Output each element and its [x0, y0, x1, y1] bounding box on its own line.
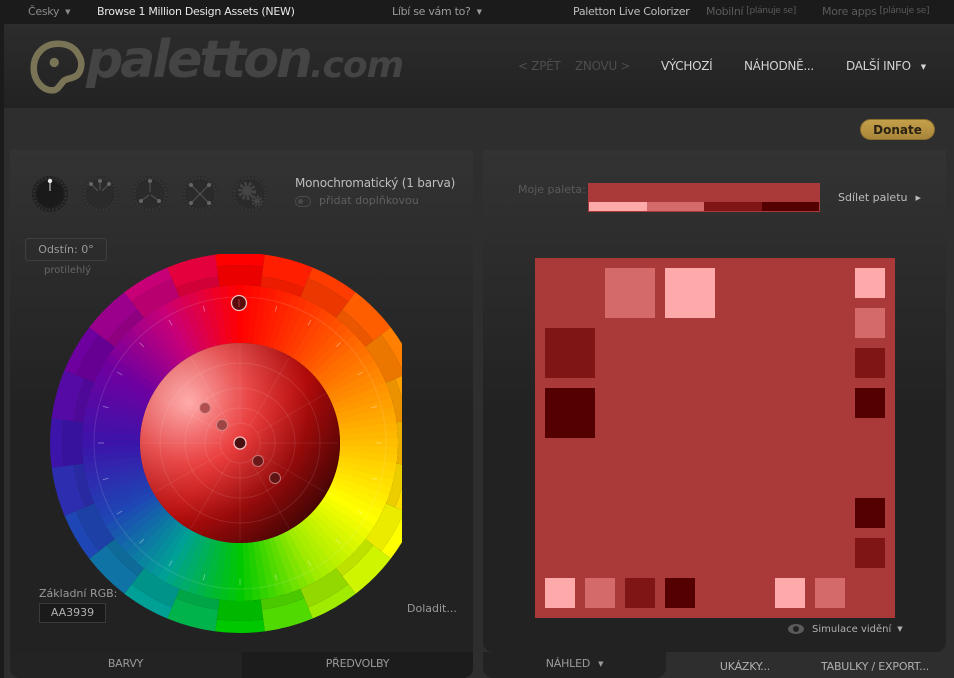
palette-shade-1[interactable]: [589, 202, 647, 211]
base-rgb-label: Základní RGB:: [39, 587, 118, 600]
scheme-adjacent-button[interactable]: [81, 175, 119, 213]
undo-button[interactable]: < ZPĚT: [518, 59, 561, 73]
hue-ring-block: [61, 419, 84, 467]
preview-swatch: [545, 328, 595, 378]
preview-swatch: [775, 578, 805, 608]
eye-icon: [788, 624, 804, 634]
scheme-mono-button[interactable]: [31, 175, 69, 213]
caret-down-icon: ▼: [476, 8, 482, 16]
tab-preview-label: NÁHLED: [545, 657, 591, 670]
preview-swatch: [855, 538, 885, 568]
palette-base-swatch[interactable]: [589, 184, 819, 202]
base-rgb-input[interactable]: AA3939: [39, 603, 106, 623]
share-palette-link[interactable]: Sdílet paletu ▶: [838, 191, 921, 204]
paletton-logo-icon[interactable]: [30, 38, 86, 98]
like-label: Líbí se vám to?: [392, 5, 471, 18]
scheme-tetrad-button[interactable]: [181, 175, 219, 213]
scheme-title: Monochromatický (1 barva): [295, 176, 456, 190]
caret-down-icon: ▼: [897, 625, 903, 633]
preview-swatch: [855, 498, 885, 528]
preview-swatch: [855, 308, 885, 338]
preview-swatch: [605, 268, 655, 318]
mono-scheme-icon: [32, 176, 68, 212]
toggle-switch[interactable]: [295, 195, 311, 207]
palette-shade-2[interactable]: [646, 202, 704, 211]
hue-ring-block: [215, 254, 265, 267]
shade-handle-4[interactable]: [269, 472, 281, 484]
browse-assets-link[interactable]: Browse 1 Million Design Assets (NEW): [97, 5, 295, 18]
tab-colors[interactable]: BARVY: [10, 652, 241, 678]
more-apps-label: More apps: [822, 5, 877, 18]
palette-bar[interactable]: [588, 183, 820, 212]
preview-swatch: [585, 578, 615, 608]
random-button[interactable]: NÁHODNĚ...: [744, 59, 814, 73]
shade-handle-1[interactable]: [199, 402, 211, 414]
caret-down-icon: ▼: [65, 8, 71, 16]
tab-export[interactable]: TABULKY / EXPORT...: [810, 656, 940, 678]
preview-swatch: [545, 388, 595, 438]
scheme-freestyle-button[interactable]: [231, 175, 269, 213]
live-colorizer-link[interactable]: Paletton Live Colorizer: [573, 5, 690, 18]
my-palette-label: Moje paleta:: [518, 183, 586, 196]
mobile-link[interactable]: Mobilní [plánuje se]: [706, 5, 796, 18]
preview-swatch: [665, 578, 695, 608]
hue-ring-block: [216, 265, 264, 287]
shade-handle-3[interactable]: [252, 455, 264, 467]
palette-shades: [589, 202, 819, 211]
triad-scheme-icon: [132, 176, 168, 212]
hue-ring-block: [216, 599, 264, 621]
simulate-label: Simulace vidění: [812, 624, 892, 635]
palette-shade-4[interactable]: [761, 202, 819, 211]
preview-swatch: [855, 268, 885, 298]
more-apps-link[interactable]: More apps [plánuje se]: [822, 5, 930, 18]
header: paletton.com < ZPĚT ZNOVU > VÝCHOZÍ NÁHO…: [0, 24, 954, 108]
preview-swatch: [625, 578, 655, 608]
shade-handle-2[interactable]: [216, 419, 228, 431]
logo-suffix: .com: [309, 45, 404, 86]
palette-preview: [535, 258, 895, 618]
adjacent-scheme-icon: [82, 176, 118, 212]
preview-swatch: [855, 348, 885, 378]
caret-down-icon: ▼: [598, 660, 604, 668]
preview-swatch: [855, 388, 885, 418]
hue-ring-block: [50, 418, 64, 468]
fine-tune-link[interactable]: Doladit...: [407, 602, 457, 615]
more-apps-planned-note: [plánuje se]: [879, 6, 930, 16]
default-button[interactable]: VÝCHOZÍ: [661, 59, 713, 73]
more-info-menu[interactable]: DALŠÍ INFO ▼: [846, 59, 926, 73]
palette-shade-3[interactable]: [704, 202, 762, 211]
tab-presets[interactable]: PŘEDVOLBY: [242, 652, 473, 678]
base-color-handle[interactable]: [233, 436, 247, 450]
vision-simulation-menu[interactable]: Simulace vidění ▼: [788, 624, 903, 635]
caret-down-icon: ▼: [920, 63, 926, 71]
mobile-label: Mobilní: [706, 5, 744, 18]
hue-ring-block: [215, 619, 265, 633]
preview-swatch: [545, 578, 575, 608]
mobile-planned-note: [plánuje se]: [746, 6, 796, 16]
gear-icon: [232, 176, 268, 212]
tab-preview[interactable]: NÁHLED ▼: [483, 652, 666, 678]
top-bar: Česky ▼ Browse 1 Million Design Assets (N…: [0, 0, 954, 24]
like-menu[interactable]: Líbí se vám to? ▼: [392, 5, 482, 18]
more-info-label: DALŠÍ INFO: [846, 59, 911, 73]
logo-text[interactable]: paletton.com: [86, 30, 404, 90]
share-label: Sdílet paletu: [838, 191, 908, 204]
language-label: Česky: [28, 5, 60, 18]
redo-button[interactable]: ZNOVU >: [575, 59, 631, 73]
logo-name: paletton: [86, 30, 313, 90]
tetrad-scheme-icon: [182, 176, 218, 212]
color-wheel[interactable]: [50, 254, 402, 634]
tab-examples[interactable]: UKÁZKY...: [690, 656, 800, 678]
caret-right-icon: ▶: [915, 194, 921, 202]
scheme-triad-button[interactable]: [131, 175, 169, 213]
add-complement-toggle[interactable]: přidat doplňkovou: [295, 194, 419, 207]
add-complement-label: přidat doplňkovou: [319, 194, 419, 207]
language-selector[interactable]: Česky ▼: [28, 5, 71, 18]
preview-swatch: [665, 268, 715, 318]
donate-button[interactable]: Donate: [860, 119, 935, 140]
preview-swatch: [815, 578, 845, 608]
